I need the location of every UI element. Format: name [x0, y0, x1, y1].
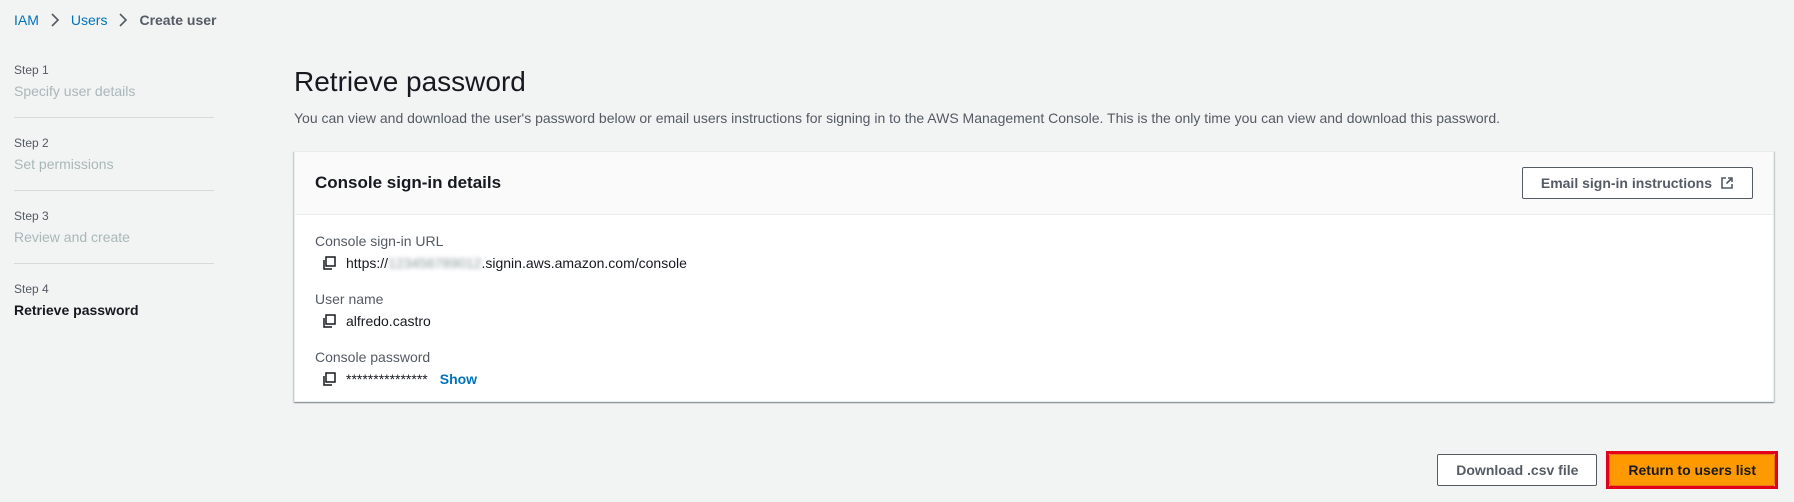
- step-number: Step 4: [14, 282, 49, 296]
- step-1: Step 1 Specify user details: [14, 63, 214, 118]
- username-value: alfredo.castro: [315, 313, 1753, 329]
- panel-header: Console sign-in details Email sign-in in…: [295, 152, 1773, 215]
- step-number: Step 2: [14, 136, 49, 150]
- panel-body: Console sign-in URL https://123456789012…: [295, 215, 1773, 401]
- step-number: Step 1: [14, 63, 49, 77]
- password-masked: ***************: [346, 371, 428, 387]
- wizard-actions: Download .csv file Return to users list: [1437, 451, 1778, 489]
- show-password-link[interactable]: Show: [440, 371, 477, 387]
- step-title: Set permissions: [14, 156, 114, 172]
- wizard-steps: Step 1 Specify user details Step 2 Set p…: [14, 63, 214, 354]
- step-title: Review and create: [14, 229, 130, 245]
- password-label: Console password: [315, 349, 431, 365]
- email-sign-in-instructions-button[interactable]: Email sign-in instructions: [1521, 167, 1753, 199]
- copy-icon[interactable]: [321, 313, 337, 329]
- password-field: Console password *************** Show: [315, 349, 1753, 387]
- step-3: Step 3 Review and create: [14, 209, 214, 264]
- step-title: Retrieve password: [14, 302, 139, 318]
- password-value: *************** Show: [315, 371, 1753, 387]
- breadcrumb-iam[interactable]: IAM: [14, 12, 39, 28]
- breadcrumb-users[interactable]: Users: [71, 12, 108, 28]
- url-account-id: 123456789012: [388, 255, 482, 271]
- username-label: User name: [315, 291, 384, 307]
- step-number: Step 3: [14, 209, 49, 223]
- console-sign-in-panel: Console sign-in details Email sign-in in…: [294, 151, 1774, 402]
- download-csv-button[interactable]: Download .csv file: [1437, 454, 1598, 486]
- external-link-icon: [1720, 176, 1734, 190]
- page-title: Retrieve password: [294, 66, 526, 97]
- sign-in-url-value: https://123456789012 .signin.aws.amazon.c…: [315, 255, 1753, 271]
- breadcrumb-current: Create user: [139, 12, 217, 28]
- copy-icon[interactable]: [321, 371, 337, 387]
- url-prefix: https://: [346, 255, 389, 271]
- breadcrumb: IAM Users Create user: [14, 12, 217, 28]
- sign-in-url-field: Console sign-in URL https://123456789012…: [315, 233, 1753, 271]
- sign-in-url-label: Console sign-in URL: [315, 233, 444, 249]
- chevron-right-icon: [50, 13, 60, 27]
- copy-icon[interactable]: [321, 255, 337, 271]
- highlight-frame: Return to users list: [1606, 451, 1778, 489]
- panel-title: Console sign-in details: [315, 173, 502, 192]
- step-4: Step 4 Retrieve password: [14, 282, 214, 336]
- step-2: Step 2 Set permissions: [14, 136, 214, 191]
- username-text: alfredo.castro: [346, 313, 431, 329]
- email-button-label: Email sign-in instructions: [1540, 175, 1712, 191]
- username-field: User name alfredo.castro: [315, 291, 1753, 329]
- page-description: You can view and download the user's pas…: [294, 110, 1501, 126]
- chevron-right-icon: [118, 13, 128, 27]
- url-suffix: .signin.aws.amazon.com/console: [481, 255, 687, 271]
- return-to-users-list-button[interactable]: Return to users list: [1609, 454, 1775, 486]
- step-title: Specify user details: [14, 83, 136, 99]
- main-content: Retrieve password You can view and downl…: [294, 66, 1774, 402]
